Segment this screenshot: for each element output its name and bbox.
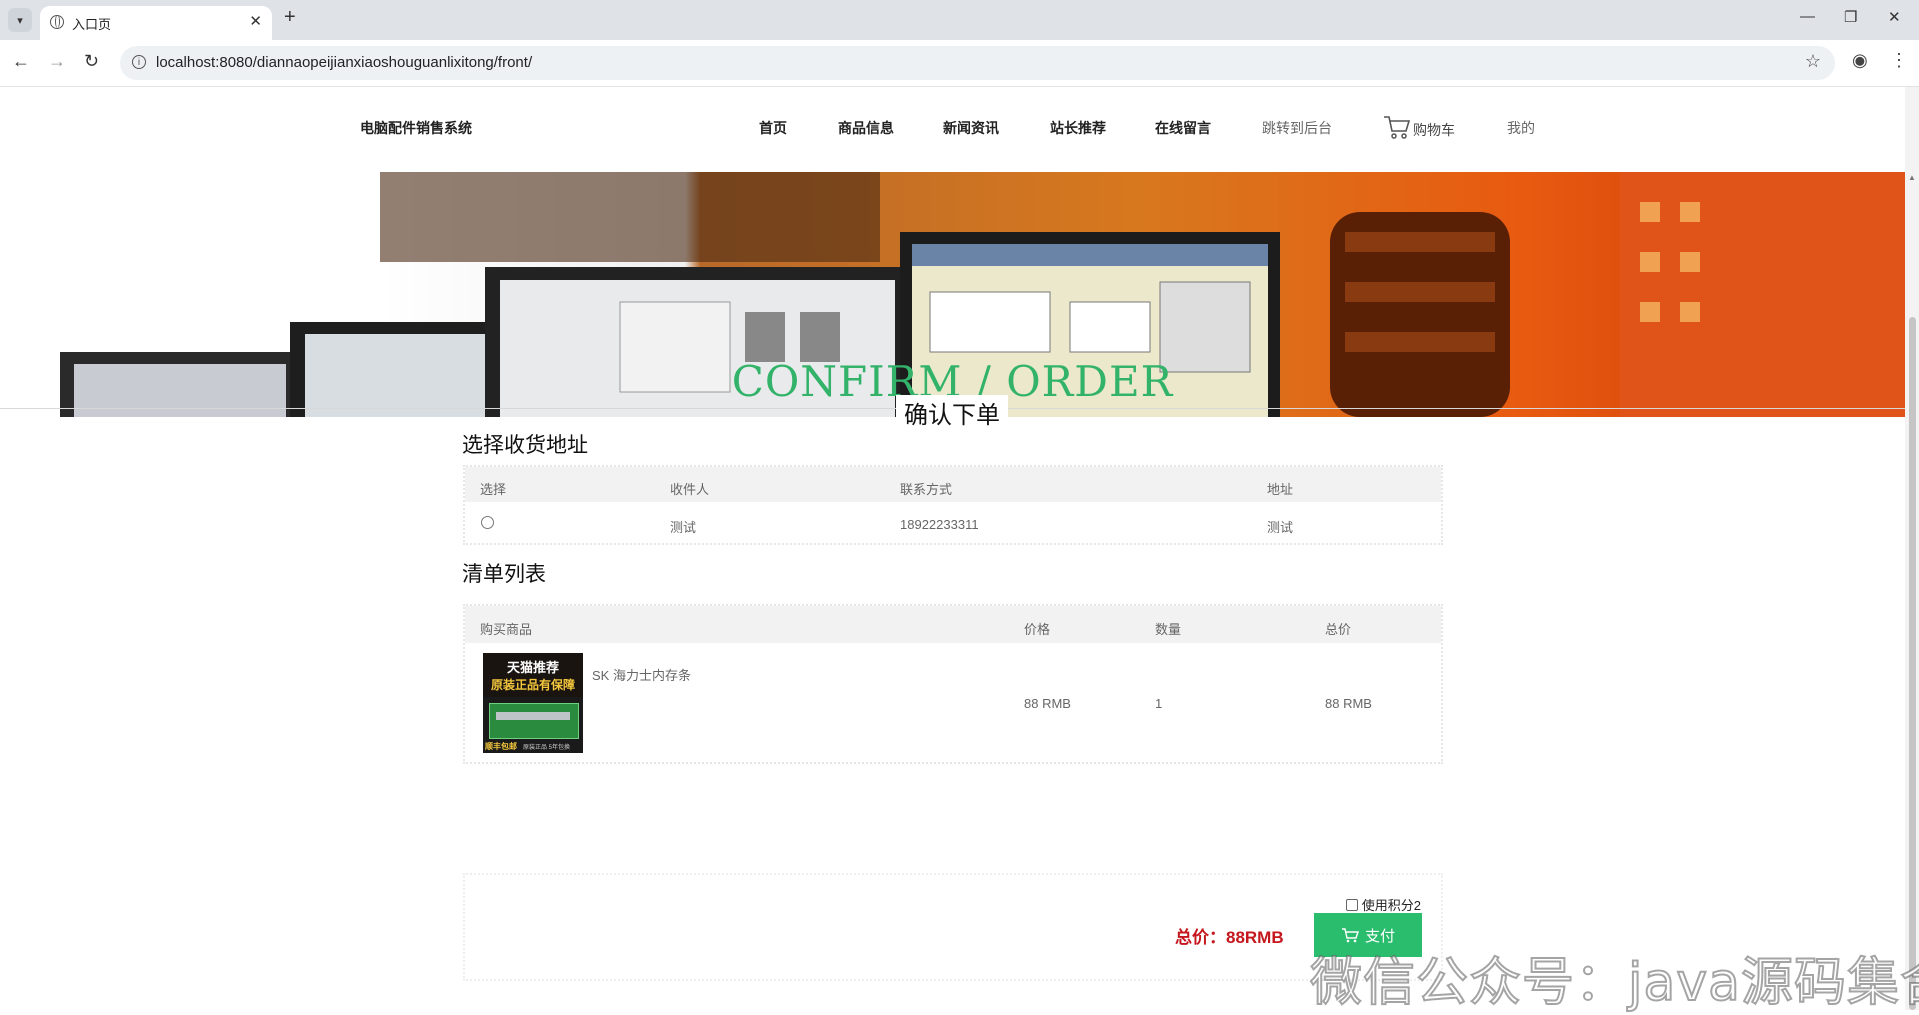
browser-toolbar: ← → ↻ i localhost:8080/diannaopeijianxia… [0,40,1919,87]
address-bar[interactable]: i localhost:8080/diannaopeijianxiaoshoug… [120,46,1835,80]
nav-products[interactable]: 商品信息 [838,118,894,138]
product-image-line2: 原装正品有保障 [490,678,575,692]
product-image-footer-sub: 原装正品 5年包换 [523,745,571,751]
page-heading-cn: 确认下单 [896,395,1008,430]
tab-list-icon[interactable]: ▾ [8,8,32,32]
col-select: 选择 [480,482,507,497]
url-text[interactable]: localhost:8080/diannaopeijianxiaoshougua… [156,54,532,71]
product-name[interactable]: SK 海力士内存条 [592,665,691,684]
address-table-header: 选择 收件人 联系方式 地址 [465,467,1441,502]
menu-icon[interactable]: ⋮ [1890,50,1908,71]
nav-home[interactable]: 首页 [759,118,787,138]
globe-icon [50,15,64,29]
site-nav: 电脑配件销售系统 首页 商品信息 新闻资讯 站长推荐 在线留言 跳转到后台 购物… [0,87,1905,172]
scrollbar-thumb[interactable] [1909,317,1916,1010]
back-icon[interactable]: ← [12,51,30,72]
bookmark-star-icon[interactable]: ☆ [1805,51,1821,72]
nav-recommend[interactable]: 站长推荐 [1050,118,1106,138]
use-points-label: 使用积分2 [1361,898,1421,913]
forward-icon[interactable]: → [48,51,66,72]
window-close-button[interactable]: ✕ [1888,8,1901,26]
tab-title: 入口页 [72,17,112,32]
address-radio[interactable] [481,516,494,529]
use-points-checkbox[interactable] [1345,898,1358,911]
payment-box: 使用积分2 总价：88RMB 支付 [463,873,1443,981]
order-section-title: 清单列表 [462,563,546,586]
site-info-icon[interactable]: i [132,55,146,69]
col-quantity: 数量 [1155,622,1182,637]
address-text: 测试 [1267,520,1294,535]
product-image[interactable]: 天猫推荐 原装正品有保障 顺丰包邮 原装正品 5年包换 [483,653,583,753]
page-scrollbar[interactable]: ▲ [1905,87,1919,1010]
use-points-option[interactable]: 使用积分2 [1345,895,1421,914]
col-price: 价格 [1024,622,1051,637]
watermark-text: 微信公众号：java源码集合 [1309,952,1919,1014]
col-address: 地址 [1267,482,1294,497]
nav-admin-link[interactable]: 跳转到后台 [1262,118,1332,138]
order-table-header: 购买商品 价格 数量 总价 [465,606,1441,643]
order-table: 购买商品 价格 数量 总价 天猫推荐 原装正品有保障 顺丰包邮 原装正品 5年包… [463,604,1443,764]
col-recipient: 收件人 [670,482,710,497]
address-section-title: 选择收货地址 [462,434,588,457]
minimize-button[interactable]: — [1800,8,1815,25]
reload-icon[interactable]: ↻ [84,51,99,72]
new-tab-button[interactable]: + [284,6,296,29]
restore-button[interactable]: ❐ [1844,8,1857,26]
product-price: 88 RMB [1024,696,1071,711]
product-total: 88 RMB [1325,696,1372,711]
browser-tab-bar: ▾ 入口页 ✕ + — ❐ ✕ [0,0,1919,40]
col-product: 购买商品 [480,622,533,637]
address-phone: 18922233311 [900,517,979,532]
scroll-up-icon[interactable]: ▲ [1908,173,1916,182]
product-quantity: 1 [1155,696,1163,711]
nav-cart[interactable]: 购物车 [1383,114,1455,140]
cart-icon [1384,116,1411,139]
nav-news[interactable]: 新闻资讯 [943,118,999,138]
tab-close-icon[interactable]: ✕ [249,12,262,30]
ram-label [496,712,570,720]
col-total: 总价 [1325,622,1352,637]
profile-icon[interactable]: ◉ [1852,50,1868,71]
address-recipient: 测试 [670,520,697,535]
ram-module-icon [489,703,579,739]
col-phone: 联系方式 [900,482,953,497]
address-table: 选择 收件人 联系方式 地址 测试 18922233311 测试 [463,465,1443,545]
nav-mine[interactable]: 我的 [1507,118,1535,138]
website: 电脑配件销售系统 首页 商品信息 新闻资讯 站长推荐 在线留言 跳转到后台 购物… [0,87,1905,1010]
product-image-line1: 天猫推荐 [506,660,559,675]
nav-messages[interactable]: 在线留言 [1155,118,1211,138]
product-image-footer: 顺丰包邮 [485,742,517,751]
order-total: 总价：88RMB [1175,928,1284,947]
browser-tab[interactable]: 入口页 ✕ [40,6,272,40]
site-brand[interactable]: 电脑配件销售系统 [360,118,472,138]
cart-label: 购物车 [1413,122,1455,138]
